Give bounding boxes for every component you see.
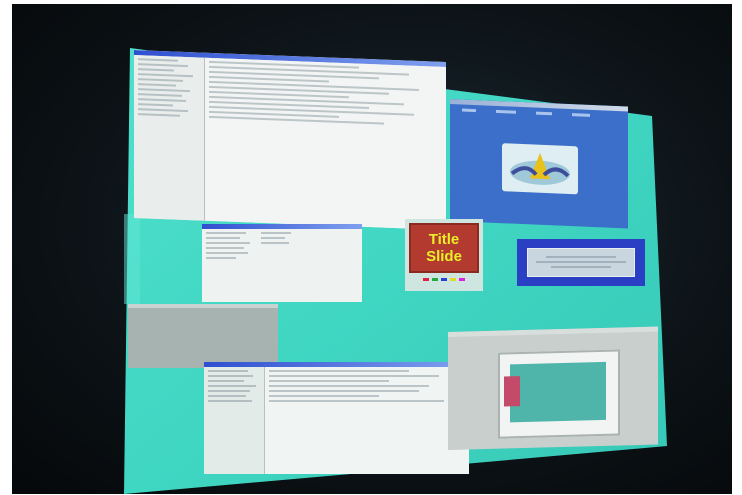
slide-title-line1: Title	[428, 231, 460, 248]
file-tree-pane[interactable]	[204, 367, 265, 474]
video-frame	[498, 349, 620, 439]
file-tree-pane[interactable]	[134, 55, 205, 226]
projected-desktop-photo: Title Slide	[12, 4, 732, 494]
browser-window-dolphin[interactable]	[450, 99, 628, 229]
code-editor-window-top[interactable]	[134, 50, 446, 230]
photo-frame: Title Slide	[0, 0, 742, 495]
code-editor-window-bottom[interactable]	[204, 362, 469, 474]
code-pane[interactable]	[205, 57, 446, 230]
slide-toolbar	[409, 278, 479, 281]
slide-title-line2: Slide	[426, 248, 462, 265]
dolphin-image-icon	[502, 143, 578, 195]
dialog-body	[527, 248, 635, 277]
file-browser-window[interactable]	[202, 224, 362, 302]
title-slide-icon[interactable]: Title Slide	[405, 219, 483, 291]
grey-window[interactable]	[128, 304, 278, 368]
wall-highlight	[124, 214, 140, 304]
code-pane[interactable]	[265, 367, 469, 474]
video-player-window[interactable]	[448, 326, 658, 450]
slide-preview: Title Slide	[409, 223, 479, 273]
projected-wall: Title Slide	[12, 4, 732, 494]
dialog-window[interactable]	[517, 239, 645, 286]
